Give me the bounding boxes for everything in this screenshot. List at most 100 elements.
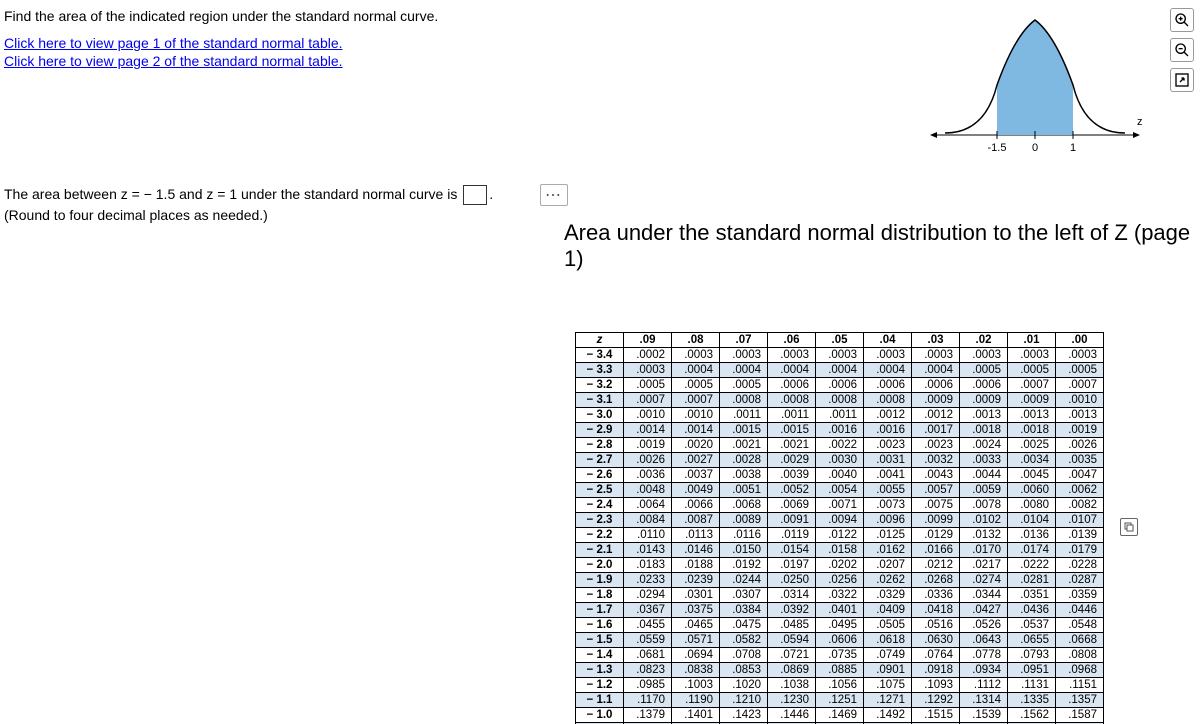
- value-cell: .0427: [960, 603, 1008, 618]
- value-cell: .0150: [720, 543, 768, 558]
- value-cell: .0008: [720, 393, 768, 408]
- value-cell: .0901: [864, 663, 912, 678]
- value-cell: .0078: [960, 498, 1008, 513]
- value-cell: .0116: [720, 528, 768, 543]
- value-cell: .0006: [912, 378, 960, 393]
- value-cell: .0170: [960, 543, 1008, 558]
- table-row: − 2.6.0036.0037.0038.0039.0040.0041.0043…: [576, 468, 1104, 483]
- table-row: − 2.3.0084.0087.0089.0091.0094.0096.0099…: [576, 513, 1104, 528]
- value-cell: .0013: [1056, 408, 1104, 423]
- value-cell: .0031: [864, 453, 912, 468]
- value-cell: .0630: [912, 633, 960, 648]
- value-cell: .0392: [768, 603, 816, 618]
- value-cell: .1271: [864, 693, 912, 708]
- value-cell: .0207: [864, 558, 912, 573]
- table-row: − 2.0.0183.0188.0192.0197.0202.0207.0212…: [576, 558, 1104, 573]
- value-cell: .0384: [720, 603, 768, 618]
- value-cell: .0055: [864, 483, 912, 498]
- value-cell: .0068: [720, 498, 768, 513]
- value-cell: .0048: [624, 483, 672, 498]
- value-cell: .0749: [864, 648, 912, 663]
- value-cell: .0446: [1056, 603, 1104, 618]
- value-cell: .0014: [624, 423, 672, 438]
- value-cell: .0985: [624, 678, 672, 693]
- value-cell: .0202: [816, 558, 864, 573]
- value-cell: .0367: [624, 603, 672, 618]
- value-cell: .0129: [912, 528, 960, 543]
- value-cell: .1003: [672, 678, 720, 693]
- value-cell: .0869: [768, 663, 816, 678]
- z-cell: − 1.9: [576, 573, 624, 588]
- value-cell: .1423: [720, 708, 768, 723]
- value-cell: .0838: [672, 663, 720, 678]
- table-row: − 1.6.0455.0465.0475.0485.0495.0505.0516…: [576, 618, 1104, 633]
- value-cell: .0015: [768, 423, 816, 438]
- answer-input[interactable]: [463, 185, 487, 205]
- value-cell: .1210: [720, 693, 768, 708]
- table-row: − 3.3.0003.0004.0004.0004.0004.0004.0004…: [576, 363, 1104, 378]
- table-row: − 2.1.0143.0146.0150.0154.0158.0162.0166…: [576, 543, 1104, 558]
- value-cell: .0029: [768, 453, 816, 468]
- value-cell: .0005: [624, 378, 672, 393]
- value-cell: .0351: [1008, 588, 1056, 603]
- value-cell: .0004: [864, 363, 912, 378]
- value-cell: .1292: [912, 693, 960, 708]
- value-cell: .0401: [816, 603, 864, 618]
- table-row: − 1.5.0559.0571.0582.0594.0606.0618.0630…: [576, 633, 1104, 648]
- tick-1: 1: [1070, 142, 1076, 154]
- value-cell: .0080: [1008, 498, 1056, 513]
- table-title: Area under the standard normal distribut…: [560, 220, 1200, 272]
- value-cell: .0119: [768, 528, 816, 543]
- value-cell: .0256: [816, 573, 864, 588]
- value-cell: .0035: [1056, 453, 1104, 468]
- col-header: .03: [912, 333, 960, 348]
- value-cell: .0516: [912, 618, 960, 633]
- z-cell: − 1.2: [576, 678, 624, 693]
- col-header: .00: [1056, 333, 1104, 348]
- col-header: .04: [864, 333, 912, 348]
- table-row: − 2.8.0019.0020.0021.0021.0022.0023.0023…: [576, 438, 1104, 453]
- drag-handle-icon[interactable]: ⋯: [540, 184, 568, 206]
- z-cell: − 1.0: [576, 708, 624, 723]
- copy-icon[interactable]: [1120, 518, 1138, 536]
- z-cell: − 2.6: [576, 468, 624, 483]
- value-cell: .0409: [864, 603, 912, 618]
- value-cell: .0005: [960, 363, 1008, 378]
- value-cell: .0162: [864, 543, 912, 558]
- col-header: .02: [960, 333, 1008, 348]
- value-cell: .0019: [624, 438, 672, 453]
- value-cell: .1401: [672, 708, 720, 723]
- value-cell: .0018: [960, 423, 1008, 438]
- value-cell: .0052: [768, 483, 816, 498]
- table-row: − 3.4.0002.0003.0003.0003.0003.0003.0003…: [576, 348, 1104, 363]
- value-cell: .0222: [1008, 558, 1056, 573]
- value-cell: .0010: [1056, 393, 1104, 408]
- value-cell: .0606: [816, 633, 864, 648]
- value-cell: .0099: [912, 513, 960, 528]
- value-cell: .0505: [864, 618, 912, 633]
- table-row: − 1.1.1170.1190.1210.1230.1251.1271.1292…: [576, 693, 1104, 708]
- zoom-in-icon[interactable]: [1170, 8, 1194, 32]
- zoom-out-icon[interactable]: [1170, 38, 1194, 62]
- value-cell: .0012: [864, 408, 912, 423]
- value-cell: .0006: [864, 378, 912, 393]
- value-cell: .0094: [816, 513, 864, 528]
- value-cell: .0011: [720, 408, 768, 423]
- value-cell: .1379: [624, 708, 672, 723]
- value-cell: .1515: [912, 708, 960, 723]
- value-cell: .0102: [960, 513, 1008, 528]
- expand-icon[interactable]: [1170, 68, 1194, 92]
- value-cell: .0032: [912, 453, 960, 468]
- value-cell: .0007: [1008, 378, 1056, 393]
- value-cell: .0694: [672, 648, 720, 663]
- value-cell: .0023: [912, 438, 960, 453]
- value-cell: .0034: [1008, 453, 1056, 468]
- value-cell: .0008: [768, 393, 816, 408]
- value-cell: .0003: [960, 348, 1008, 363]
- value-cell: .0026: [624, 453, 672, 468]
- value-cell: .0003: [864, 348, 912, 363]
- value-cell: .0016: [816, 423, 864, 438]
- value-cell: .0003: [624, 363, 672, 378]
- value-cell: .0017: [912, 423, 960, 438]
- answer-suffix: .: [489, 184, 493, 205]
